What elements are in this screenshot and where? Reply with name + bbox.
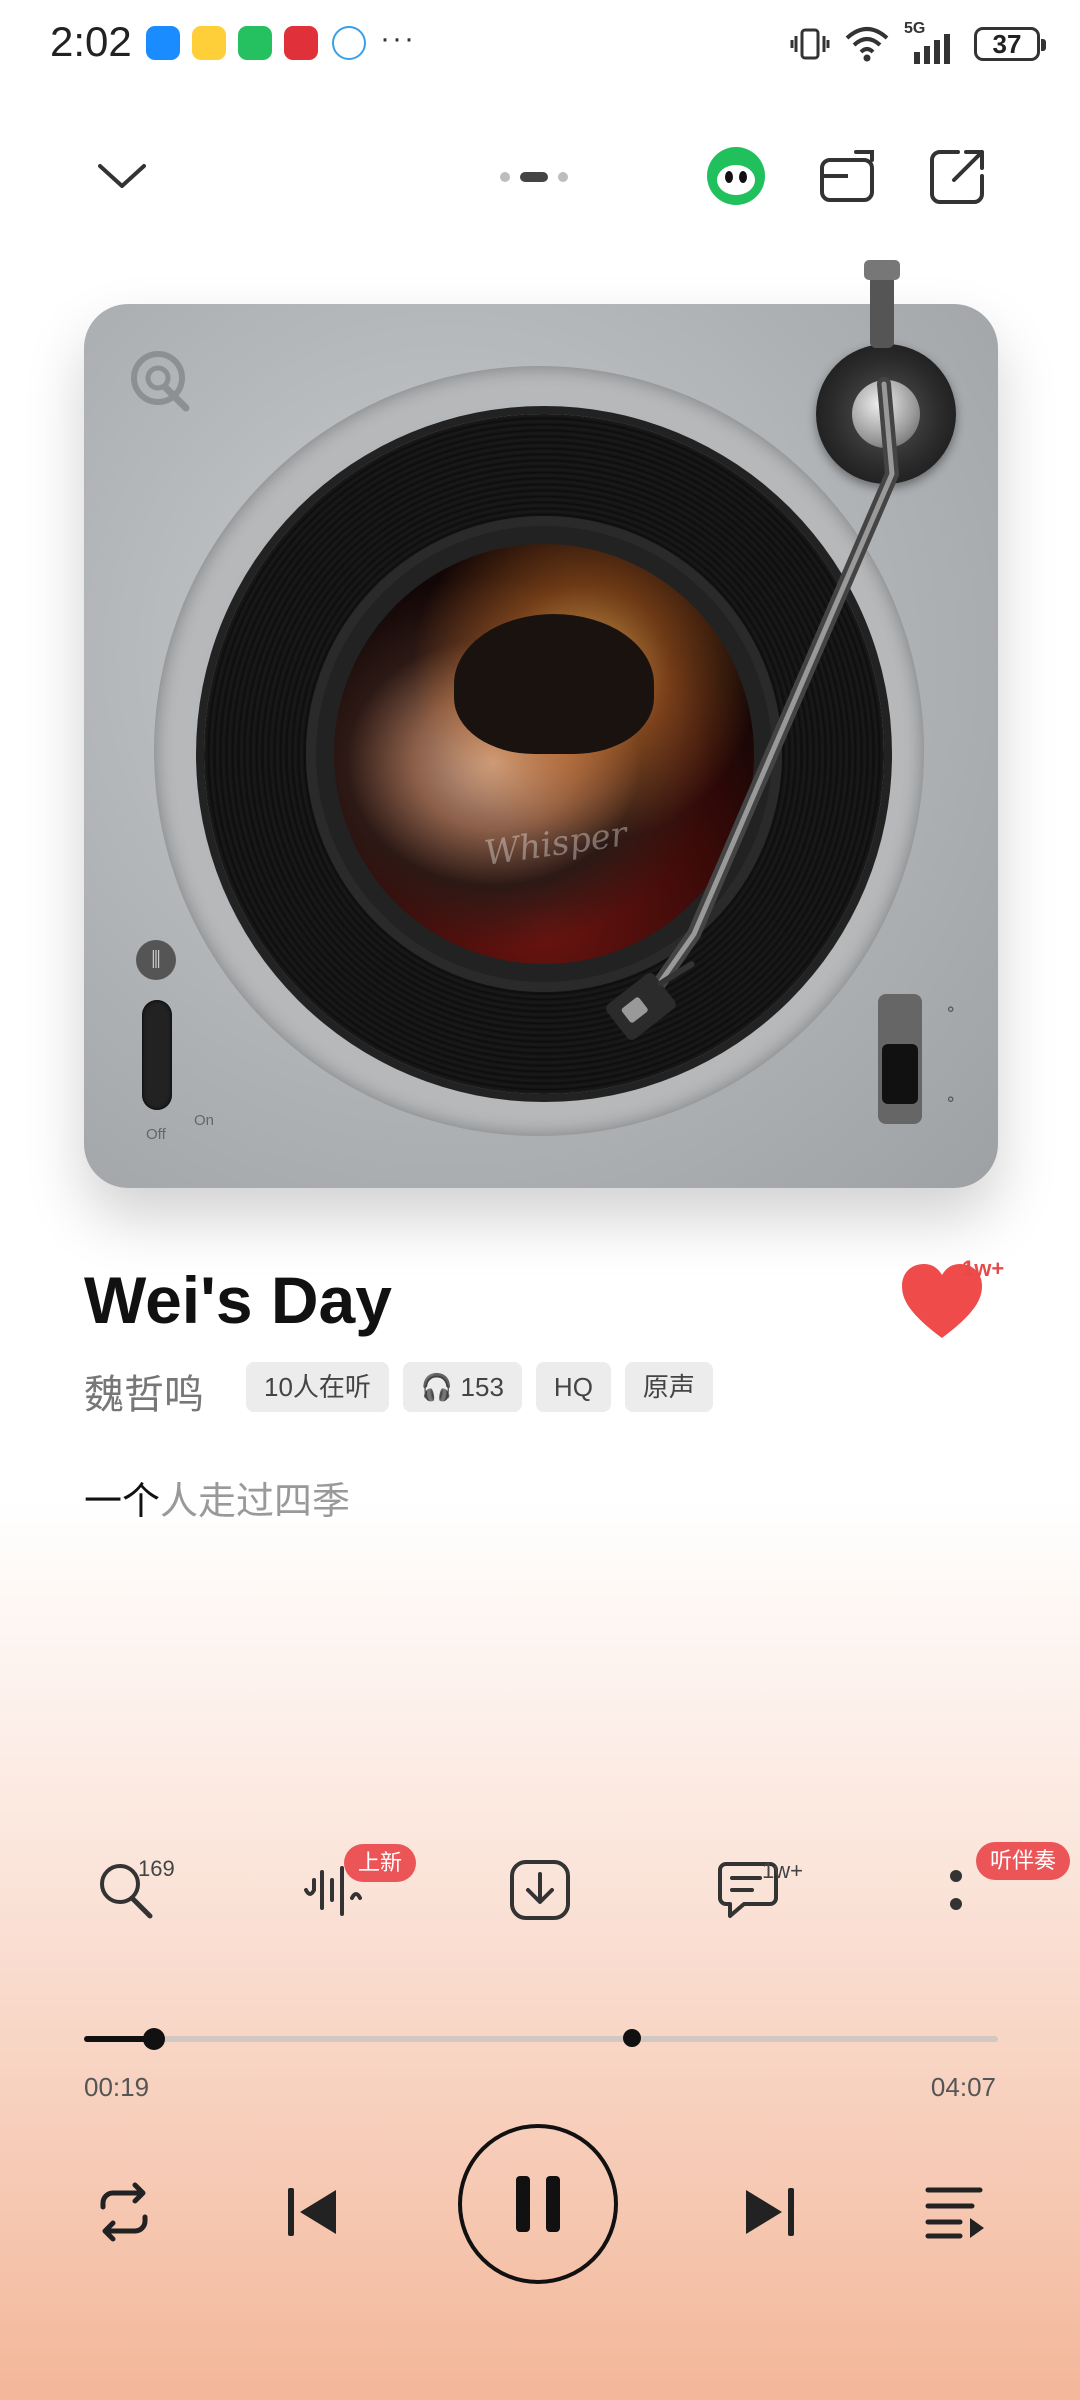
playlist-icon — [925, 2187, 984, 2239]
share-icon — [930, 150, 984, 204]
switch-player-style-button[interactable] — [812, 140, 884, 212]
listeners-badge[interactable]: 10人在听 — [246, 1362, 389, 1412]
player-top-bar — [0, 140, 1080, 220]
page-dot — [558, 172, 568, 182]
green-mascot-icon — [707, 147, 765, 205]
wifi-icon — [845, 27, 889, 62]
page-dot-active — [520, 172, 548, 182]
like-count: 1w+ — [962, 1256, 1005, 1281]
pause-button[interactable] — [458, 2124, 618, 2284]
repeat-mode-button[interactable] — [84, 2172, 164, 2252]
plays-badge[interactable]: 🎧 153 — [402, 1362, 522, 1412]
status-time: 2:02 — [50, 18, 132, 65]
download-button[interactable] — [500, 1850, 580, 1930]
status-bar: 2:02 ··· 5G 37 — [0, 0, 1080, 90]
accompaniment-badge[interactable]: 听伴奏 — [976, 1842, 1071, 1880]
tonearm — [606, 260, 900, 1040]
headphones-icon: 🎧 — [420, 1372, 454, 1402]
progress-highlight-marker[interactable] — [623, 2029, 642, 2047]
page-dot — [500, 172, 510, 182]
lyric-sung-part: 一个 — [84, 1481, 161, 1523]
switch-skin-icon — [820, 150, 874, 202]
previous-button[interactable] — [272, 2172, 352, 2252]
sound-effect-new-badge: 上新 — [344, 1844, 417, 1882]
news-app-icon — [284, 26, 318, 60]
plays-count: 153 — [460, 1372, 504, 1402]
more-vertical-icon — [950, 1870, 962, 1910]
quality-badge[interactable]: HQ — [535, 1362, 611, 1412]
comments-count: 1w+ — [762, 1858, 803, 1883]
more-notifications-icon: ··· — [380, 22, 416, 55]
share-button[interactable] — [922, 140, 994, 212]
vibrate-icon — [790, 28, 830, 60]
chat-mascot-button[interactable] — [700, 140, 772, 212]
pause-icon — [516, 2176, 560, 2232]
progress-thumb[interactable] — [143, 2028, 166, 2050]
speed-mark-bottom-icon: ⚬ — [944, 1092, 958, 1109]
collapse-button[interactable] — [86, 140, 158, 212]
progress-bar[interactable] — [84, 2028, 998, 2050]
current-lyric[interactable]: 一个人走过四季 — [84, 1470, 350, 1525]
playlist-button[interactable] — [916, 2172, 996, 2252]
power-switch[interactable] — [142, 1000, 172, 1110]
speed-switch[interactable] — [878, 994, 922, 1124]
lyric-remaining-part: 人走过四季 — [160, 1481, 351, 1523]
chevron-down-icon — [98, 164, 146, 188]
download-icon — [510, 1860, 570, 1920]
skip-previous-icon — [288, 2188, 336, 2236]
song-title: Wei's Day — [84, 1263, 392, 1337]
skip-next-icon — [746, 2188, 794, 2236]
switch-off-label: Off — [146, 1126, 166, 1143]
speed-mark-top-icon: ⚬ — [944, 1002, 958, 1019]
search-count: 169 — [138, 1856, 175, 1881]
weibo-icon — [192, 26, 226, 60]
switch-on-label: On — [194, 1112, 215, 1129]
repeat-icon — [100, 2182, 148, 2242]
contacts-app-icon — [146, 26, 180, 60]
cellular-signal-icon: 5G — [904, 20, 960, 64]
artist-name[interactable]: 魏哲鸣 — [84, 1362, 204, 1420]
original-badge[interactable]: 原声 — [624, 1362, 713, 1412]
wechat-icon — [238, 26, 272, 60]
sound-effect-knob-icon[interactable]: ⫼ — [136, 940, 176, 980]
current-time: 00:19 — [84, 2072, 150, 2102]
page-indicator — [500, 172, 568, 182]
next-button[interactable] — [730, 2172, 810, 2252]
browser-icon — [332, 26, 366, 60]
battery-indicator: 37 — [974, 27, 1046, 61]
song-badges: 10人在听 🎧 153 HQ 原声 — [246, 1362, 713, 1412]
total-duration: 04:07 — [930, 2072, 996, 2102]
turntable-visual: Whisper ⫼ Off On ⚬ ⚬ — [84, 260, 998, 1188]
action-row: 169 上新 1w+ 听伴奏 — [0, 1842, 1080, 1950]
